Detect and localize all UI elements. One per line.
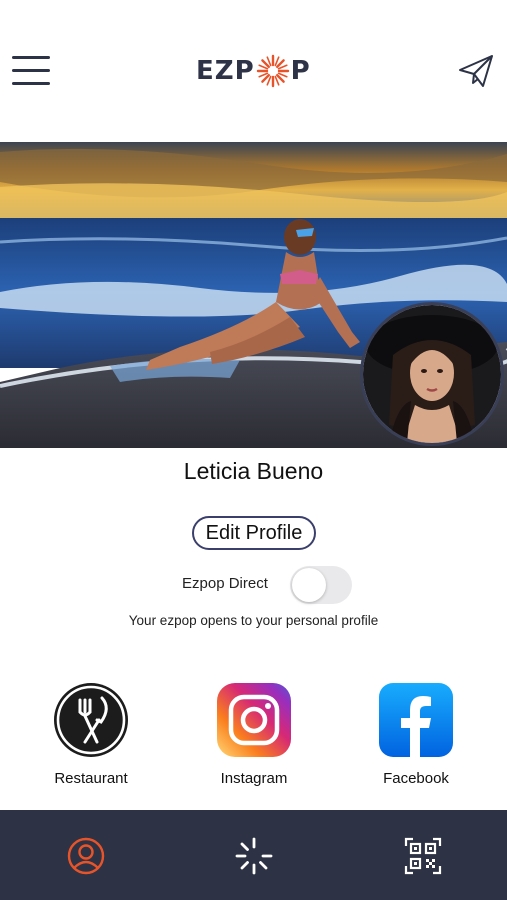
ezpop-logo: EZP P [196, 54, 311, 88]
link-facebook[interactable]: Facebook [361, 682, 471, 787]
link-instagram[interactable]: Instagram [199, 682, 309, 787]
toggle-knob [292, 568, 326, 602]
link-label: Instagram [220, 770, 288, 787]
profile-avatar[interactable] [360, 302, 504, 446]
logo-text-left: EZP [196, 56, 255, 86]
ezpop-direct-toggle[interactable] [290, 566, 352, 604]
fork-knife-icon [54, 683, 128, 757]
facebook-icon [379, 683, 453, 757]
avatar-image [363, 305, 501, 443]
instagram-icon [217, 683, 291, 757]
link-label: Facebook [383, 770, 449, 787]
loading-spinner-icon[interactable] [234, 836, 274, 876]
ezpop-direct-row: Ezpop Direct [0, 564, 507, 604]
social-links: Restaurant Instagram Facebook [0, 682, 507, 792]
edit-profile-button[interactable]: Edit Profile [192, 516, 316, 550]
link-restaurant[interactable]: Restaurant [36, 682, 146, 787]
top-bar: EZP P [0, 0, 507, 142]
sunburst-icon [256, 54, 289, 88]
ezpop-direct-label: Ezpop Direct [182, 575, 268, 592]
profile-name: Leticia Bueno [183, 458, 324, 484]
bottom-tab-bar [0, 810, 507, 900]
hamburger-menu-icon[interactable] [12, 56, 52, 86]
user-icon[interactable] [66, 836, 106, 876]
paper-plane-icon[interactable] [457, 52, 495, 90]
qr-code-icon[interactable] [403, 836, 443, 876]
link-label: Restaurant [54, 770, 128, 787]
logo-text-right: P [290, 56, 311, 86]
ezpop-direct-description: Your ezpop opens to your personal profil… [128, 613, 379, 628]
